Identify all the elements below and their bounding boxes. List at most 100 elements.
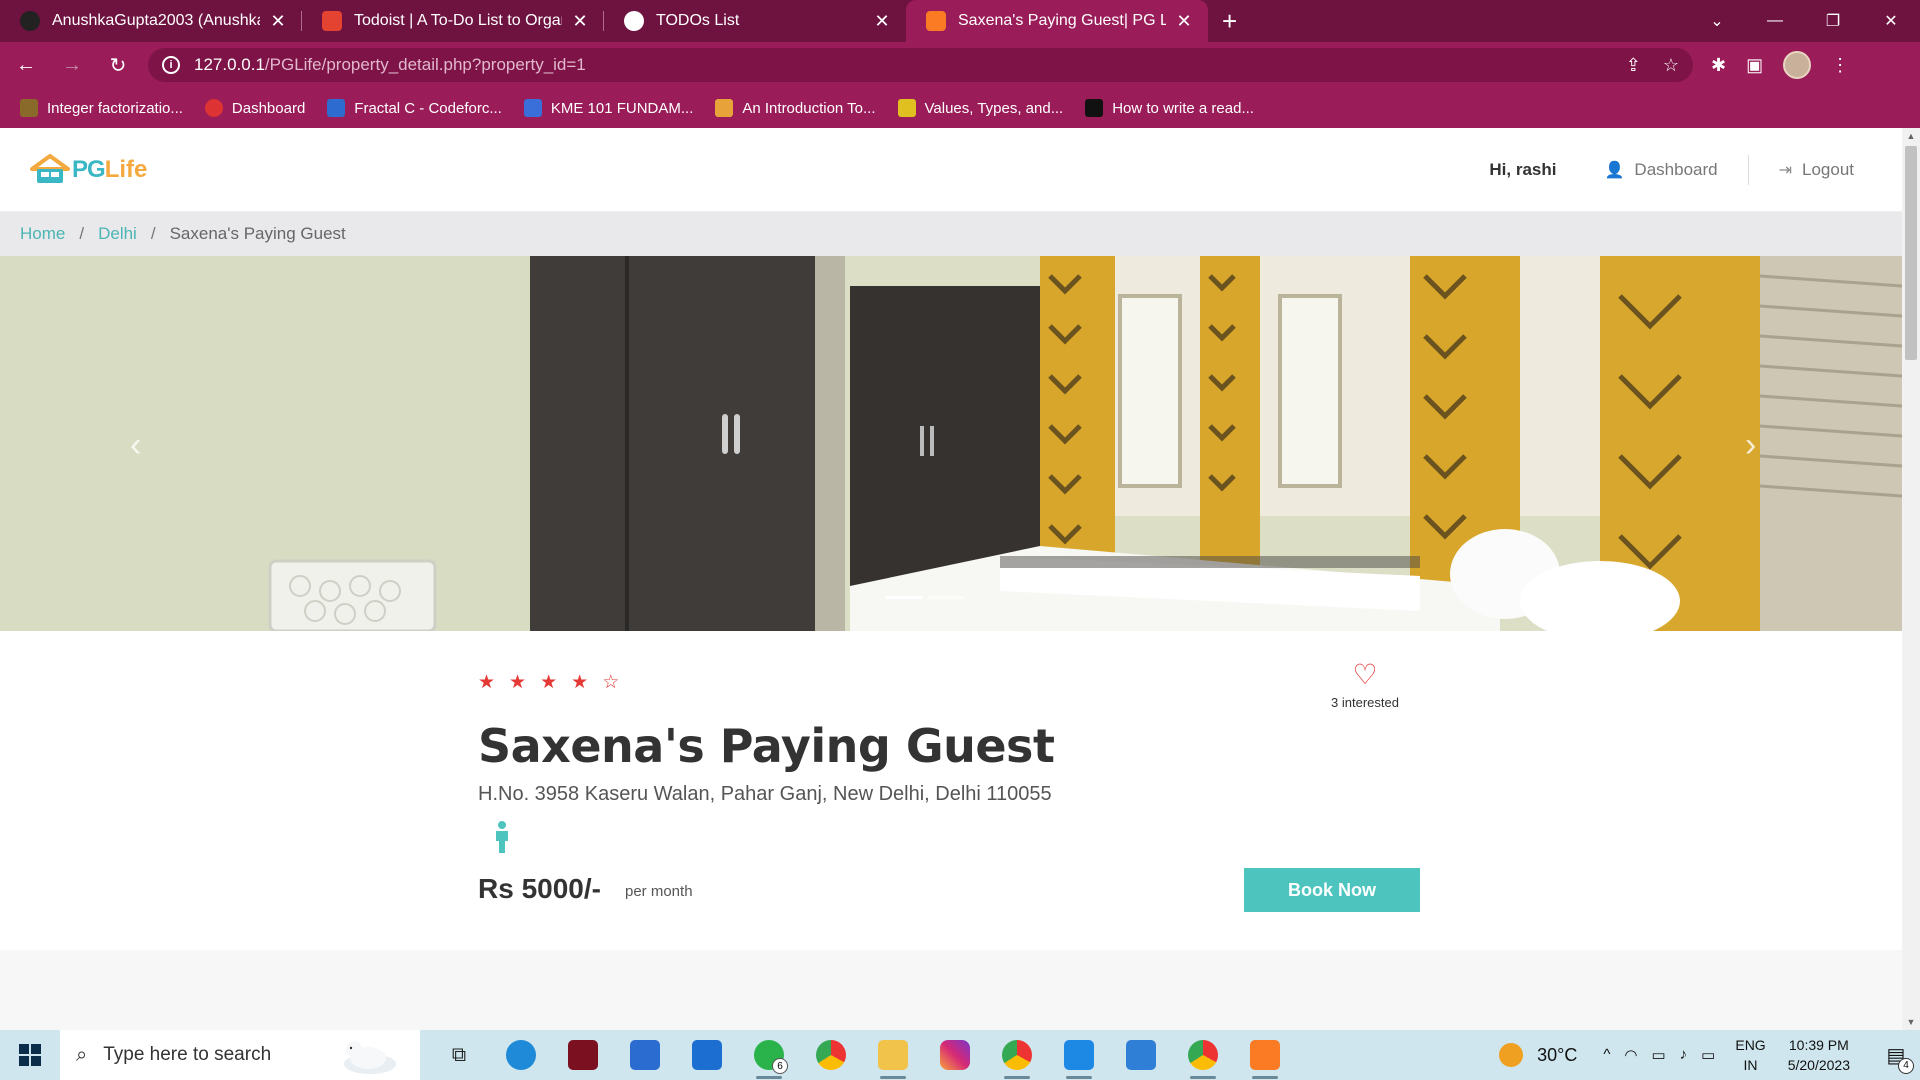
vscode-icon[interactable] xyxy=(1048,1030,1110,1080)
meet-now-icon[interactable]: ▭ xyxy=(1651,1046,1665,1064)
app-icon[interactable] xyxy=(552,1030,614,1080)
bookmark-item[interactable]: KME 101 FUNDAM... xyxy=(523,99,693,117)
xampp-icon[interactable] xyxy=(1234,1030,1296,1080)
carousel-indicator[interactable] xyxy=(886,596,922,599)
bookmarks-bar: Integer factorizatio... Dashboard Fracta… xyxy=(0,88,1920,128)
price-unit: per month xyxy=(625,883,693,900)
network-icon[interactable]: ◠ xyxy=(1624,1046,1637,1064)
clock[interactable]: 10:39 PM 5/20/2023 xyxy=(1788,1035,1850,1075)
bookmark-item[interactable]: Integer factorizatio... xyxy=(20,99,183,117)
site-info-icon[interactable]: i xyxy=(162,56,180,74)
microsoft-store-icon[interactable] xyxy=(614,1030,676,1080)
carousel-indicator[interactable] xyxy=(928,596,964,599)
close-icon[interactable]: ✕ xyxy=(570,11,590,32)
bookmark-item[interactable]: An Introduction To... xyxy=(715,99,876,117)
room-photo xyxy=(0,256,1902,631)
male-icon xyxy=(492,821,512,858)
chrome-active-icon[interactable] xyxy=(1172,1030,1234,1080)
book-now-button[interactable]: Book Now xyxy=(1244,868,1420,912)
url-host: 127.0.0.1 xyxy=(194,55,265,74)
extensions-icon[interactable]: ✱ xyxy=(1711,55,1726,76)
file-explorer-icon[interactable] xyxy=(862,1030,924,1080)
browser-tab-strip: AnushkaGupta2003 (Anushka Gu ✕ Todoist |… xyxy=(0,0,1920,42)
whatsapp-icon[interactable]: 6 xyxy=(738,1030,800,1080)
new-tab-button[interactable]: + xyxy=(1222,0,1237,42)
bookmark-item[interactable]: Values, Types, and... xyxy=(897,99,1063,117)
chrome-profile-icon[interactable] xyxy=(986,1030,1048,1080)
language-indicator[interactable]: ENG IN xyxy=(1735,1035,1765,1075)
battery-icon[interactable]: ▭ xyxy=(1701,1046,1715,1064)
tray-icons: ^ ◠ ▭ ♪ ▭ xyxy=(1603,1046,1715,1064)
notification-center-icon[interactable]: ▤ 4 xyxy=(1872,1043,1920,1074)
tab-search-icon[interactable]: ⌄ xyxy=(1688,0,1746,42)
reload-button[interactable]: ↻ xyxy=(98,45,138,85)
profile-avatar[interactable] xyxy=(1783,51,1812,79)
task-view-icon[interactable]: ⧉ xyxy=(428,1030,490,1080)
start-button[interactable] xyxy=(0,1030,60,1080)
heart-icon[interactable]: ♡ xyxy=(1300,661,1430,689)
notification-badge: 4 xyxy=(1898,1057,1914,1074)
close-window-button[interactable]: ✕ xyxy=(1862,0,1920,42)
temperature: 30°C xyxy=(1537,1044,1578,1065)
dashboard-link-label: Dashboard xyxy=(1634,159,1718,179)
photos-icon[interactable] xyxy=(1110,1030,1172,1080)
bookmark-favicon-icon xyxy=(897,99,916,117)
rating-stars: ★ ★ ★ ★ ☆ xyxy=(478,671,619,694)
tab-title: AnushkaGupta2003 (Anushka Gu xyxy=(52,12,260,29)
star-filled-icon: ★ xyxy=(540,672,558,693)
share-icon[interactable]: ⇪ xyxy=(1626,55,1641,76)
close-icon[interactable]: ✕ xyxy=(872,11,892,32)
back-button[interactable]: ← xyxy=(6,45,46,85)
dashboard-link[interactable]: 👤 Dashboard xyxy=(1587,160,1736,180)
site-logo[interactable]: PG Life xyxy=(30,153,147,187)
tab-pg-life[interactable]: Saxena's Paying Guest| PG Life ✕ xyxy=(906,0,1208,42)
page-scrollbar[interactable]: ▲ ▼ xyxy=(1902,128,1920,1030)
property-image-carousel[interactable]: ‹ › xyxy=(0,256,1902,631)
next-section-background xyxy=(0,950,1902,1030)
breadcrumb-separator: / xyxy=(79,224,85,243)
close-icon[interactable]: ✕ xyxy=(1174,11,1194,32)
logo-text-pg: PG xyxy=(72,155,106,183)
bookmark-favicon-icon xyxy=(204,99,223,117)
taskbar-search[interactable]: ⌕ Type here to search xyxy=(60,1030,420,1080)
page-viewport: PG Life Hi, rashi 👤 Dashboard ⇥ Logout H… xyxy=(0,128,1902,1030)
window-controls: ⌄ — ❐ ✕ xyxy=(1688,0,1920,42)
scroll-up-icon[interactable]: ▲ xyxy=(1902,128,1920,144)
minimize-button[interactable]: — xyxy=(1746,0,1804,42)
whatsapp-badge: 6 xyxy=(772,1058,788,1074)
mail-icon[interactable] xyxy=(676,1030,738,1080)
edge-icon[interactable] xyxy=(490,1030,552,1080)
bookmark-item[interactable]: Fractal C - Codeforc... xyxy=(327,99,502,117)
breadcrumb-city[interactable]: Delhi xyxy=(98,224,137,244)
chrome-icon[interactable] xyxy=(800,1030,862,1080)
volume-icon[interactable]: ♪ xyxy=(1680,1046,1688,1064)
url-path: /PGLife/property_detail.php?property_id=… xyxy=(264,55,586,74)
property-detail-section: ★ ★ ★ ★ ☆ ♡ 3 interested Saxena's Paying… xyxy=(0,631,1902,949)
url-bar[interactable]: i 127.0.0.1 /PGLife/property_detail.php?… xyxy=(148,48,1693,82)
bookmark-item[interactable]: How to write a read... xyxy=(1085,99,1254,117)
weather-widget[interactable]: 30°C xyxy=(1499,1043,1577,1067)
logout-link[interactable]: ⇥ Logout xyxy=(1761,160,1872,180)
chevron-up-icon[interactable]: ^ xyxy=(1603,1046,1610,1064)
tab-github[interactable]: AnushkaGupta2003 (Anushka Gu ✕ xyxy=(0,0,302,42)
carousel-prev-icon[interactable]: ‹ xyxy=(130,426,141,465)
scrollbar-thumb[interactable] xyxy=(1905,146,1917,360)
tab-todos-list[interactable]: TODOs List ✕ xyxy=(604,0,906,42)
side-panel-icon[interactable]: ▣ xyxy=(1746,55,1763,76)
user-greeting: Hi, rashi xyxy=(1489,159,1557,179)
star-filled-icon: ★ xyxy=(509,672,527,693)
breadcrumb-home[interactable]: Home xyxy=(20,224,65,244)
instagram-icon[interactable] xyxy=(924,1030,986,1080)
close-icon[interactable]: ✕ xyxy=(268,11,288,32)
scroll-down-icon[interactable]: ▼ xyxy=(1902,1014,1920,1030)
forward-button[interactable]: → xyxy=(52,45,92,85)
carousel-next-icon[interactable]: › xyxy=(1745,426,1756,465)
tab-todoist[interactable]: Todoist | A To-Do List to Organize ✕ xyxy=(302,0,604,42)
bookmark-star-icon[interactable]: ☆ xyxy=(1663,55,1679,76)
tab-title: Todoist | A To-Do List to Organize xyxy=(354,12,562,29)
restore-button[interactable]: ❐ xyxy=(1804,0,1862,42)
clock-date: 5/20/2023 xyxy=(1787,1057,1850,1073)
bookmark-item[interactable]: Dashboard xyxy=(204,99,305,117)
menu-icon[interactable]: ⋮ xyxy=(1831,55,1849,76)
breadcrumb-current: Saxena's Paying Guest xyxy=(169,224,346,243)
